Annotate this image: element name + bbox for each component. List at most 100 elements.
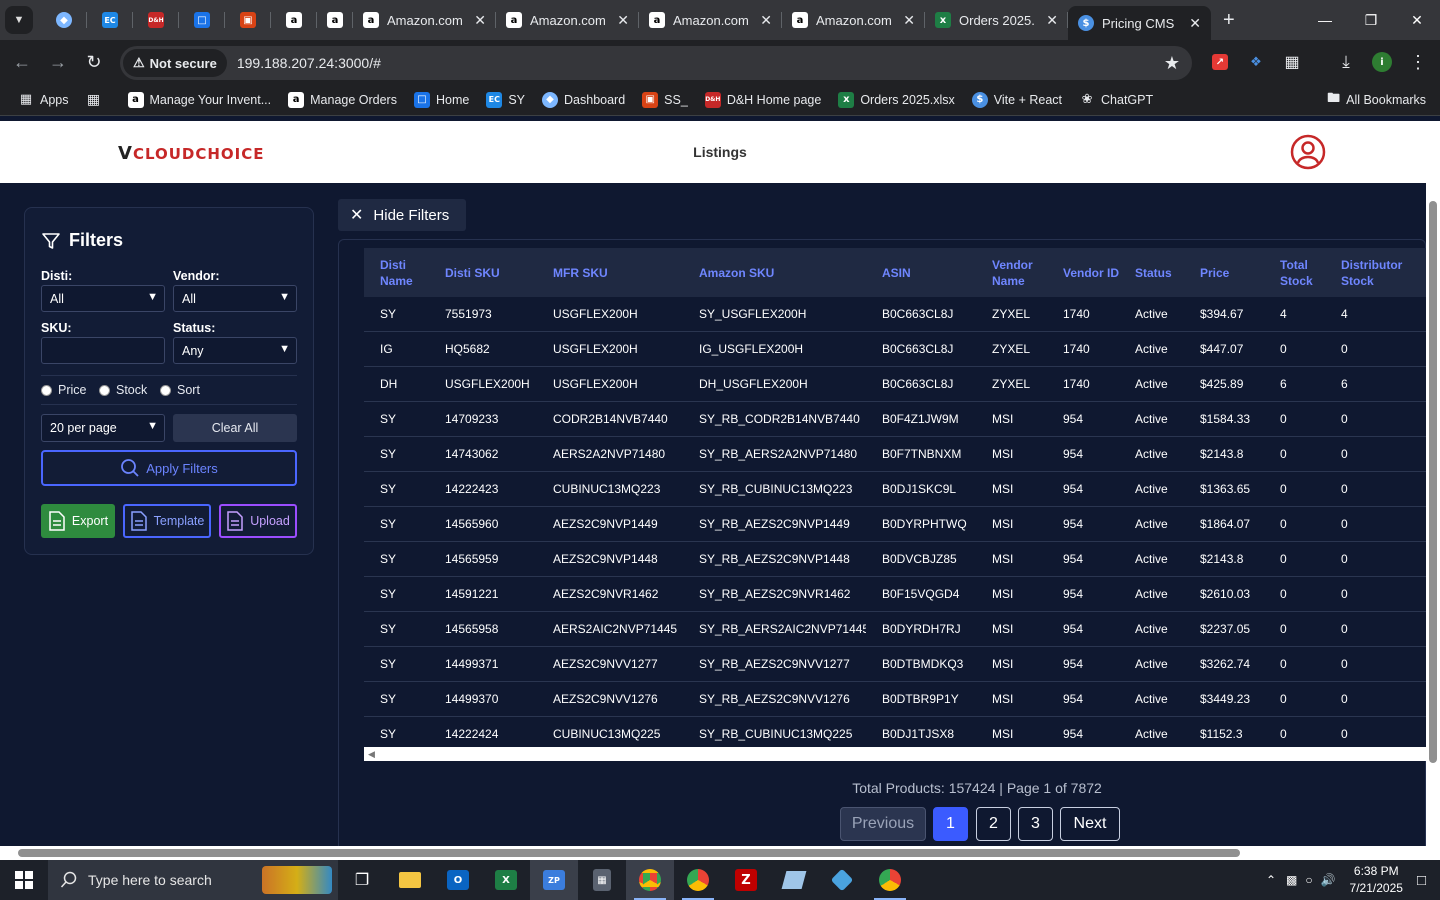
all-bookmarks[interactable]: 🖿 All Bookmarks <box>1327 89 1426 111</box>
close-icon[interactable]: ✕ <box>617 12 629 29</box>
pinned-tab[interactable]: ▣ <box>225 0 271 40</box>
table-horizontal-scrollbar[interactable]: ◀ <box>364 747 1426 761</box>
windows-start-icon[interactable] <box>0 860 48 900</box>
new-tab-icon[interactable]: + <box>1223 9 1235 32</box>
calculator-icon[interactable]: ▦ <box>578 860 626 900</box>
table-row[interactable]: SY 14565959 AEZS2C9NVP1448 SY_RB_AEZS2C9NVP… <box>364 542 1426 577</box>
column-header[interactable]: Distributor Stock <box>1325 257 1426 289</box>
pinned-tab[interactable]: D&H <box>133 0 179 40</box>
extension-dropbox-icon[interactable]: ❖ <box>1240 46 1272 78</box>
template-button[interactable]: Template <box>123 504 211 538</box>
clock[interactable]: 6:38 PM 7/21/2025 <box>1350 863 1403 897</box>
bookmark-item[interactable]: a Manage Your Invent... <box>127 91 271 108</box>
disti-select[interactable]: All ▼ <box>41 285 165 312</box>
table-row[interactable]: IG HQ5682 USGFLEX200H IG_USGFLEX200H B0C663C… <box>364 332 1426 367</box>
column-header[interactable]: Vendor Name <box>976 257 1047 289</box>
column-header[interactable]: ASIN <box>866 265 976 281</box>
apply-filters-button[interactable]: Apply Filters <box>41 450 297 486</box>
close-icon[interactable]: ✕ <box>474 12 486 29</box>
app-diamond-icon[interactable] <box>818 860 866 900</box>
url-text[interactable]: 199.188.207.24:3000/# <box>237 55 381 71</box>
table-row[interactable]: SY 14591221 AEZS2C9NVR1462 SY_RB_AEZS2C9NVR… <box>364 577 1426 612</box>
table-row[interactable]: SY 14565960 AEZS2C9NVP1449 SY_RB_AEZS2C9NVP… <box>364 507 1426 542</box>
pinned-tab[interactable]: □ <box>179 0 225 40</box>
file-explorer-icon[interactable] <box>386 860 434 900</box>
notes-icon[interactable] <box>770 860 818 900</box>
column-header[interactable]: Amazon SKU <box>683 265 866 281</box>
chrome-profile-icon[interactable] <box>674 860 722 900</box>
per-page-select[interactable]: 20 per page ▼ <box>41 414 165 442</box>
chevron-up-icon[interactable]: ⌃ <box>1266 873 1276 887</box>
column-header[interactable]: Total Stock <box>1264 257 1325 289</box>
table-row[interactable]: SY 14222423 CUBINUC13MQ223 SY_RB_CUBINUC13M… <box>364 472 1426 507</box>
back-icon[interactable]: ← <box>4 44 40 80</box>
menu-kebab-icon[interactable]: ⋮ <box>1402 46 1434 78</box>
page-button-2[interactable]: 2 <box>976 807 1011 841</box>
browser-tab[interactable]: x Orders 2025. ✕ <box>925 0 1068 40</box>
close-icon[interactable]: ✕ <box>1189 15 1201 32</box>
forward-icon[interactable]: → <box>40 44 76 80</box>
table-row[interactable]: SY 7551973 USGFLEX200H SY_USGFLEX200H B0C663… <box>364 297 1426 332</box>
table-row[interactable]: SY 14565958 AERS2AIC2NVP71445 SY_RB_AERS2AI… <box>364 612 1426 647</box>
bookmark-item[interactable]: D&H D&H Home page <box>704 91 821 108</box>
excel-icon[interactable]: X <box>482 860 530 900</box>
page-button-3[interactable]: 3 <box>1018 807 1053 841</box>
battery-icon[interactable]: ▩ <box>1286 873 1297 887</box>
column-header[interactable]: Disti Name <box>364 257 429 289</box>
chrome-secondary-icon[interactable] <box>866 860 914 900</box>
close-icon[interactable]: ✕ <box>760 12 772 29</box>
column-header[interactable]: Price <box>1184 265 1264 281</box>
table-row[interactable]: SY 14499371 AEZS2C9NVV1277 SY_RB_AEZS2C9NVV… <box>364 647 1426 682</box>
next-page-button[interactable]: Next <box>1060 807 1120 841</box>
sort-price-radio[interactable]: Price <box>41 383 86 397</box>
bookmark-apps[interactable]: ▦ Apps <box>18 92 69 108</box>
bookmark-item[interactable]: ▣ SS_ <box>642 91 688 108</box>
browser-tab[interactable]: a Amazon.com ✕ <box>353 0 496 40</box>
bookmark-item[interactable]: a Manage Orders <box>288 91 397 108</box>
extension-arrow-icon[interactable]: ↗ <box>1204 46 1236 78</box>
page-horizontal-scrollbar[interactable] <box>0 846 1440 860</box>
table-row[interactable]: SY 14743062 AERS2A2NVP71480 SY_RB_AERS2A2NV… <box>364 437 1426 472</box>
table-row[interactable]: DH USGFLEX200H USGFLEX200H DH_USGFLEX200H B0… <box>364 367 1426 402</box>
outlook-icon[interactable]: O <box>434 860 482 900</box>
tab-search-button[interactable]: ▼ <box>5 6 33 34</box>
download-icon[interactable]: ⤓ <box>1330 46 1362 78</box>
pinned-tab[interactable]: a <box>271 0 317 40</box>
extensions-puzzle-icon[interactable]: ▦ <box>1276 46 1308 78</box>
sort-stock-radio[interactable]: Stock <box>99 383 147 397</box>
column-header[interactable]: Disti SKU <box>429 265 537 281</box>
column-header[interactable]: Status <box>1119 265 1184 281</box>
page-button-1[interactable]: 1 <box>933 807 968 841</box>
status-select[interactable]: Any ▼ <box>173 337 297 364</box>
profile-icon[interactable]: i <box>1366 46 1398 78</box>
reload-icon[interactable]: ↻ <box>76 44 112 80</box>
browser-tab[interactable]: a Amazon.com ✕ <box>639 0 782 40</box>
taskbar-search[interactable]: Type here to search <box>48 860 338 900</box>
column-header[interactable]: MFR SKU <box>537 265 683 281</box>
clear-all-button[interactable]: Clear All <box>173 414 297 442</box>
table-row[interactable]: SY 14709233 CODR2B14NVB7440 SY_RB_CODR2B14N… <box>364 402 1426 437</box>
export-button[interactable]: Export <box>41 504 115 538</box>
scroll-thumb[interactable] <box>18 849 1240 857</box>
pinned-tab[interactable]: EC <box>87 0 133 40</box>
notifications-icon[interactable]: □ <box>1417 872 1426 889</box>
previous-page-button[interactable]: Previous <box>840 807 926 841</box>
bookmark-item[interactable]: ❀ ChatGPT <box>1079 92 1154 108</box>
chrome-icon[interactable] <box>626 860 674 900</box>
bookmark-item[interactable]: ◆ Dashboard <box>542 91 625 108</box>
task-view-icon[interactable]: ❐ <box>338 860 386 900</box>
zoho-icon[interactable]: ZP <box>530 860 578 900</box>
table-row[interactable]: SY 14499370 AEZS2C9NVV1276 SY_RB_AEZS2C9NVV… <box>364 682 1426 717</box>
bookmark-star-icon[interactable]: ★ <box>1164 53 1180 74</box>
vendor-select[interactable]: All ▼ <box>173 285 297 312</box>
minimize-icon[interactable]: — <box>1302 0 1348 40</box>
pinned-tab[interactable]: ◆ <box>41 0 87 40</box>
close-window-icon[interactable]: ✕ <box>1394 0 1440 40</box>
hide-filters-button[interactable]: ✕ Hide Filters <box>338 199 466 231</box>
browser-tab[interactable]: a Amazon.com ✕ <box>782 0 925 40</box>
bookmark-item[interactable]: x Orders 2025.xlsx <box>838 91 955 108</box>
page-vertical-scrollbar[interactable] <box>1426 183 1440 847</box>
column-header[interactable]: Vendor ID <box>1047 265 1119 281</box>
pinned-tab[interactable]: a <box>317 0 353 40</box>
network-icon[interactable]: ○ <box>1305 873 1312 887</box>
